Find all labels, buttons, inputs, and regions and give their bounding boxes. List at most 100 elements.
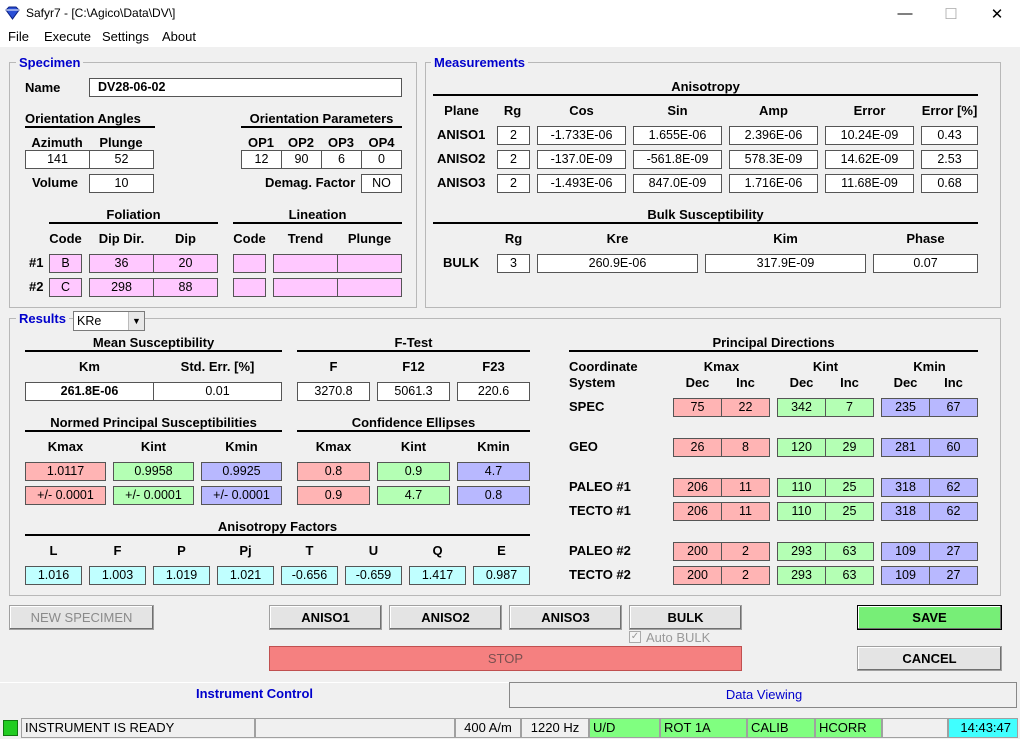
fol-dipdir-label: Dip Dir. (98, 231, 145, 246)
pd-kmax-dec-label: Dec (685, 375, 710, 390)
auto-bulk-checkbox[interactable]: ✓ (629, 631, 641, 643)
save-button[interactable]: SAVE (857, 605, 1002, 630)
menu-settings[interactable]: Settings (102, 29, 149, 44)
normed-kmax-label: Kmax (47, 439, 84, 454)
volume-label: Volume (32, 175, 78, 190)
pd-kmin-inc-value: 60 (929, 438, 978, 457)
fol1-dip-input[interactable]: 20 (153, 254, 218, 273)
aniso2-amp: 578.3E-09 (729, 150, 818, 169)
new-specimen-button[interactable]: NEW SPECIMEN (9, 605, 154, 630)
pd-kmin-inc-value: 27 (929, 566, 978, 585)
status-blank (882, 718, 948, 738)
tab-data-viewing[interactable]: Data Viewing (509, 682, 1017, 708)
tab-instrument-control[interactable]: Instrument Control (0, 682, 509, 708)
row1-label: #1 (29, 255, 44, 270)
specimen-name-input[interactable]: DV28-06-02 (89, 78, 402, 97)
lin2-code-input[interactable] (233, 278, 266, 297)
aniso3-rg: 2 (497, 174, 530, 193)
fol-dip-label: Dip (175, 231, 196, 246)
aniso1-button[interactable]: ANISO1 (269, 605, 382, 630)
fol1-dipdir-input[interactable]: 36 (89, 254, 154, 273)
pd-kmax-dec-value: 206 (673, 478, 722, 497)
aniso2-button[interactable]: ANISO2 (389, 605, 502, 630)
aniso3-button[interactable]: ANISO3 (509, 605, 622, 630)
conf-kmax-label: Kmax (315, 439, 352, 454)
std-err-value: 0.01 (153, 382, 282, 401)
pd-kmax-dec-value: 200 (673, 566, 722, 585)
fol2-dipdir-input[interactable]: 298 (89, 278, 154, 297)
normed-kmin-value: 0.9925 (201, 462, 282, 481)
system-label: System (569, 375, 616, 390)
pd-kmax-dec-value: 206 (673, 502, 722, 521)
bulk-button[interactable]: BULK (629, 605, 742, 630)
volume-input[interactable]: 10 (89, 174, 154, 193)
conf-kmax-value1: 0.8 (297, 462, 370, 481)
normed-kint-label: Kint (140, 439, 167, 454)
close-button[interactable]: ✕ (974, 0, 1020, 27)
aniso2-row-label: ANISO2 (437, 151, 486, 166)
conf-kmin-label: Kmin (477, 439, 510, 454)
title-bar: Safyr7 - [C:\Agico\Data\DV\] — ☐ ✕ (0, 0, 1020, 27)
op4-input[interactable]: 0 (361, 150, 402, 169)
pd-kint-inc-value: 29 (825, 438, 874, 457)
aniso3-cos: -1.493E-06 (537, 174, 626, 193)
pd-kmin-dec-value: 235 (881, 398, 930, 417)
conf-kint-value2: 4.7 (377, 486, 450, 505)
pd-kmin-dec-value: 109 (881, 566, 930, 585)
op1-input[interactable]: 12 (241, 150, 282, 169)
af-p-value: 1.019 (153, 566, 210, 585)
plunge-input[interactable]: 52 (89, 150, 154, 169)
af-pj-value: 1.021 (217, 566, 274, 585)
stop-button[interactable]: STOP (269, 646, 742, 671)
bulk-kre: 260.9E-06 (537, 254, 698, 273)
lin2-plunge-input[interactable] (337, 278, 402, 297)
maximize-button[interactable]: ☐ (928, 0, 974, 27)
af-e-label: E (497, 543, 506, 558)
status-ud: U/D (589, 718, 660, 738)
normed-kmin-error: +/- 0.0001 (201, 486, 282, 505)
pd-kmax-inc-value: 11 (721, 502, 770, 521)
pd-kint-dec-value: 120 (777, 438, 826, 457)
results-type-select[interactable]: KRe ▼ (73, 311, 145, 331)
fol2-code-input[interactable]: C (49, 278, 82, 297)
menu-about[interactable]: About (162, 29, 196, 44)
op2-label: OP2 (287, 135, 314, 150)
chevron-down-icon[interactable]: ▼ (128, 312, 144, 330)
azimuth-input[interactable]: 141 (25, 150, 90, 169)
results-type-value: KRe (77, 314, 102, 328)
normed-kmax-error: +/- 0.0001 (25, 486, 106, 505)
orientation-parameters-heading: Orientation Parameters (241, 111, 402, 128)
aniso1-error: 10.24E-09 (825, 126, 914, 145)
pd-kmax-label: Kmax (703, 359, 740, 374)
pd-kint-dec-value: 110 (777, 502, 826, 521)
bulk-phase: 0.07 (873, 254, 978, 273)
lin1-code-input[interactable] (233, 254, 266, 273)
demag-factor-input[interactable]: NO (361, 174, 402, 193)
op3-label: OP3 (327, 135, 354, 150)
minimize-button[interactable]: — (882, 0, 928, 27)
lin1-plunge-input[interactable] (337, 254, 402, 273)
pd-kint-inc-label: Inc (840, 375, 859, 390)
pd-row-label: TECTO #1 (569, 503, 631, 518)
aniso2-error-pct: 2.53 (921, 150, 978, 169)
menu-execute[interactable]: Execute (44, 29, 91, 44)
menu-file[interactable]: File (8, 29, 29, 44)
col-rg: Rg (503, 103, 522, 118)
normed-principal-heading: Normed Principal Susceptibilities (25, 415, 282, 432)
anisotropy-factors-heading: Anisotropy Factors (25, 519, 530, 536)
op3-input[interactable]: 6 (321, 150, 362, 169)
af-l-label: L (49, 543, 58, 558)
ftest-heading: F-Test (297, 335, 530, 352)
results-group-label: Results (16, 311, 69, 326)
op2-input[interactable]: 90 (281, 150, 322, 169)
lin1-trend-input[interactable] (273, 254, 338, 273)
specimen-group-label: Specimen (16, 55, 84, 70)
pd-kmax-dec-value: 26 (673, 438, 722, 457)
fol1-code-input[interactable]: B (49, 254, 82, 273)
fol2-dip-input[interactable]: 88 (153, 278, 218, 297)
f-value: 3270.8 (297, 382, 370, 401)
lin2-trend-input[interactable] (273, 278, 338, 297)
pd-kint-inc-value: 63 (825, 566, 874, 585)
cancel-button[interactable]: CANCEL (857, 646, 1002, 671)
pd-kmax-inc-label: Inc (736, 375, 755, 390)
